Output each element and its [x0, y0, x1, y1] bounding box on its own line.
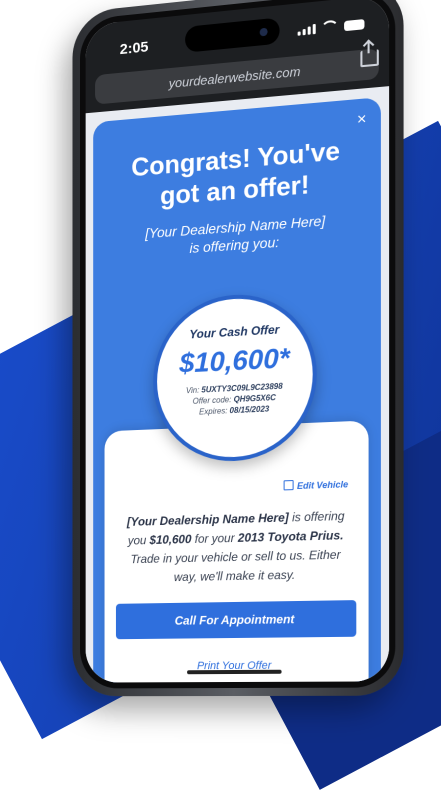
page-content: × Congrats! You've got an offer! [Your D…: [85, 86, 390, 683]
camera-dot: [259, 27, 268, 37]
modal-headline: Congrats! You've got an offer!: [93, 132, 381, 217]
edit-vehicle-link[interactable]: Edit Vehicle: [283, 478, 348, 491]
battery-icon: [344, 19, 365, 32]
offer-meta: Vin: 5UXTY3C09L9C23898 Offer code: QH9G5…: [157, 379, 313, 419]
share-icon[interactable]: [360, 49, 379, 68]
offer-code-value: QH9G5X6C: [233, 393, 276, 405]
offer-modal: × Congrats! You've got an offer! [Your D…: [93, 97, 381, 683]
card-dealer-name: [Your Dealership Name Here]: [126, 510, 289, 529]
phone-frame: 2:05 yourdealerwebsite.com × Congrats! Y…: [72, 0, 404, 697]
offer-label: Your Cash Offer: [189, 322, 280, 342]
card-vehicle: 2013 Toyota Prius.: [237, 528, 344, 545]
phone-mockup: 2:05 yourdealerwebsite.com × Congrats! Y…: [0, 0, 441, 719]
close-icon[interactable]: ×: [357, 111, 367, 130]
phone-bezel: 2:05 yourdealerwebsite.com × Congrats! Y…: [79, 0, 396, 689]
edit-icon: [283, 480, 294, 491]
status-icons: [297, 17, 365, 36]
url-text: yourdealerwebsite.com: [168, 63, 301, 91]
status-time: 2:05: [119, 38, 149, 59]
dynamic-island: [185, 17, 280, 53]
signal-icon: [297, 23, 316, 36]
modal-subline: [Your Dealership Name Here] is offering …: [93, 207, 381, 263]
wifi-icon: [320, 19, 340, 34]
home-indicator: [187, 669, 282, 675]
expires-value: 08/15/2023: [229, 404, 270, 416]
phone-screen: 2:05 yourdealerwebsite.com × Congrats! Y…: [85, 0, 390, 683]
offer-amount: $10,600*: [179, 342, 290, 379]
offer-description: [Your Dealership Name Here] is offering …: [126, 508, 345, 585]
card-amount: $10,600: [149, 532, 192, 548]
call-for-appointment-button[interactable]: Call For Appointment: [115, 600, 357, 640]
